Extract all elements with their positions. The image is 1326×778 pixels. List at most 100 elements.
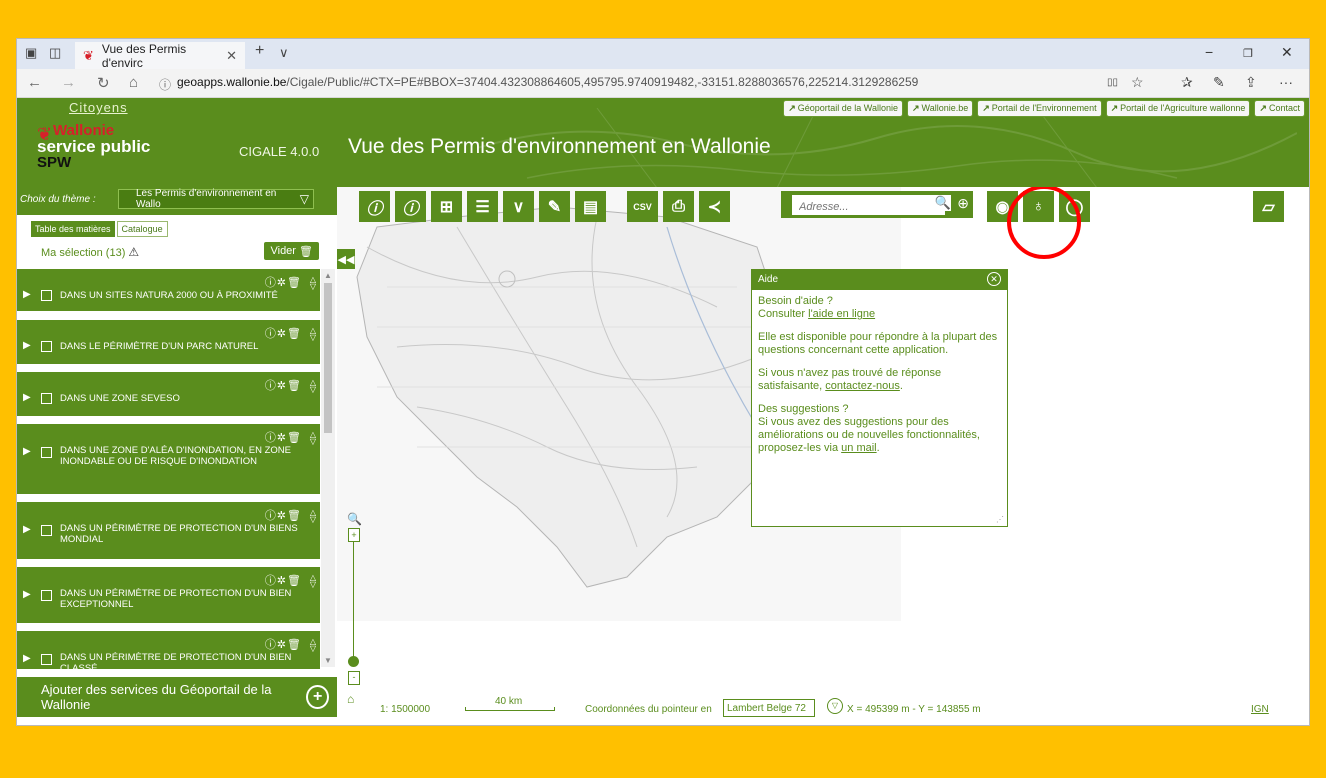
search-icon[interactable]: 🔍	[934, 195, 951, 211]
share-icon[interactable]: ⇪	[1245, 74, 1257, 91]
ign-link[interactable]: IGN	[1251, 704, 1269, 715]
contact-link[interactable]: contactez-nous	[825, 380, 900, 392]
list-item[interactable]: ⓘ✲🗑 △ ▽ ▶ Dans une zone Seveso	[17, 372, 320, 416]
layer-checkbox[interactable]	[41, 590, 52, 601]
sort-icon[interactable]: △ ▽	[310, 379, 316, 394]
minimize-button[interactable]: −	[1205, 44, 1213, 60]
legend-list-icon[interactable]: ☰	[467, 191, 498, 222]
scroll-up-icon[interactable]: ▲	[324, 271, 332, 280]
chevron-down-icon[interactable]: ▽	[827, 698, 843, 714]
tab-catalogue[interactable]: Catalogue	[116, 221, 168, 237]
sort-icon[interactable]: △ ▽	[310, 509, 316, 524]
layer-checkbox[interactable]	[41, 654, 52, 665]
locate-icon[interactable]: ⊕	[957, 195, 969, 212]
layer-actions-icon[interactable]: ⓘ✲🗑	[265, 429, 302, 445]
print-icon[interactable]: ⎙	[663, 191, 694, 222]
zoom-in-button[interactable]: +	[348, 528, 360, 542]
home-button[interactable]: ⌂	[129, 74, 138, 91]
zoom-out-button[interactable]: -	[348, 671, 360, 685]
sort-icon[interactable]: △ ▽	[310, 327, 316, 342]
layer-actions-icon[interactable]: ⓘ✲🗑	[265, 507, 302, 523]
expand-icon[interactable]: ▶	[23, 524, 31, 535]
layer-checkbox[interactable]	[41, 341, 52, 352]
list-item[interactable]: ⓘ✲🗑 △ ▽ ▶ Dans un périmètre de protection…	[17, 502, 320, 559]
link-geoportail[interactable]: ↗ Géoportail de la Wallonie	[783, 100, 903, 117]
zoom-slider-handle[interactable]	[348, 656, 359, 667]
expand-icon[interactable]: ▶	[23, 392, 31, 403]
sort-icon[interactable]: △ ▽	[310, 638, 316, 653]
layer-checkbox[interactable]	[41, 525, 52, 536]
set-aside-tabs-icon[interactable]: ◫	[49, 45, 61, 61]
pencil-icon[interactable]: ✎	[539, 191, 570, 222]
layer-checkbox[interactable]	[41, 290, 52, 301]
close-window-button[interactable]: ✕	[1281, 44, 1293, 61]
tab-actions-icon[interactable]: ▣	[25, 45, 37, 61]
document-icon[interactable]: ▤	[575, 191, 606, 222]
refresh-button[interactable]: ↻	[97, 74, 110, 92]
layer-actions-icon[interactable]: ⓘ✲🗑	[265, 325, 302, 341]
link-contact[interactable]: ↗ Contact	[1254, 100, 1305, 117]
sort-icon[interactable]: △ ▽	[310, 574, 316, 589]
spw-logo[interactable]: Wallonie ❦ service public SPW	[37, 123, 150, 171]
list-item[interactable]: ⓘ✲🗑 △ ▽ ▶ Dans une zone d'aléa d'inondati…	[17, 424, 320, 494]
sort-icon[interactable]: △ ▽	[310, 276, 316, 291]
tab-menu-icon[interactable]: ∨	[279, 45, 289, 61]
back-button[interactable]: ←	[27, 74, 42, 91]
expand-icon[interactable]: ▶	[23, 446, 31, 457]
layer-actions-icon[interactable]: ⓘ✲🗑	[265, 572, 302, 588]
list-item[interactable]: ⓘ✲🗑 △ ▽ ▶ Dans un périmètre de protection…	[17, 567, 320, 623]
forward-button[interactable]: →	[61, 74, 76, 91]
scroll-down-icon[interactable]: ▼	[324, 656, 332, 665]
add-services-button[interactable]: Ajouter des services du Géoportail de la…	[17, 677, 337, 717]
expand-icon[interactable]: ▶	[23, 289, 31, 300]
zoom-magnifier-icon[interactable]: 🔍	[347, 512, 362, 526]
resize-grip-icon[interactable]: ⋰	[996, 515, 1004, 524]
expand-icon[interactable]: ▶	[23, 653, 31, 664]
csv-shp-icon[interactable]: CSV	[627, 191, 658, 222]
scroll-thumb[interactable]	[324, 283, 332, 433]
map-area[interactable]: ◀◀ ⓘ ⓘ ⊞ ☰ ∨ ✎ ▤ CSV ⎙ ≺ 🔍 ⊕ ◉ ♁ ◯ ▱	[337, 187, 1309, 725]
measure-icon[interactable]: ▱	[1253, 191, 1284, 222]
sort-icon[interactable]: △ ▽	[310, 431, 316, 446]
collapse-panel-button[interactable]: ◀◀	[337, 249, 355, 269]
layer-actions-icon[interactable]: ⓘ✲🗑	[265, 636, 302, 652]
list-item[interactable]: ⓘ✲🗑 △ ▽ ▶ Dans un périmètre de protection…	[17, 631, 320, 669]
link-agriculture[interactable]: ↗ Portail de l'Agriculture wallonne	[1105, 100, 1251, 117]
search-table-icon[interactable]: ⊞	[431, 191, 462, 222]
more-icon[interactable]: ···	[1279, 74, 1293, 90]
online-help-link[interactable]: l'aide en ligne	[808, 308, 875, 320]
pen-icon[interactable]: ✎	[1213, 74, 1225, 91]
info-icon[interactable]: ⓘ	[359, 191, 390, 222]
layer-actions-icon[interactable]: ⓘ✲🗑	[265, 274, 302, 290]
list-item[interactable]: ⓘ✲🗑 △ ▽ ▶ Dans un sites Natura 2000 ou à …	[17, 269, 320, 311]
link-wallonie[interactable]: ↗ Wallonie.be	[907, 100, 974, 117]
citoyens-link[interactable]: Citoyens	[69, 100, 128, 115]
url-field[interactable]: geoapps.wallonie.be/Cigale/Public/#CTX=P…	[177, 75, 918, 89]
layer-scrollbar[interactable]: ▲ ▼	[321, 269, 335, 667]
info-table-icon[interactable]: ⓘ	[395, 191, 426, 222]
tab-table-des-matieres[interactable]: Table des matières	[31, 221, 115, 237]
expand-icon[interactable]: ▶	[23, 340, 31, 351]
layer-checkbox[interactable]	[41, 393, 52, 404]
projection-select[interactable]: Lambert Belge 72	[723, 699, 815, 717]
layer-actions-icon[interactable]: ⓘ✲🗑	[265, 377, 302, 393]
mail-link[interactable]: un mail	[841, 442, 876, 454]
theme-select[interactable]: Les Permis d'environnement en Wallo ▽	[118, 188, 314, 210]
list-item[interactable]: ⓘ✲🗑 △ ▽ ▶ Dans le périmètre d'un parc nat…	[17, 320, 320, 364]
favorite-icon[interactable]: ☆	[1131, 74, 1144, 91]
restore-button[interactable]: ❐	[1243, 47, 1253, 60]
tab-active[interactable]: ❦ Vue des Permis d'envirc ✕	[75, 42, 245, 70]
clear-button[interactable]: Vider 🗑	[264, 242, 319, 260]
favorites-hub-icon[interactable]: ✰	[1181, 74, 1193, 91]
expand-icon[interactable]: ▶	[23, 589, 31, 600]
new-tab-icon[interactable]: +	[255, 42, 264, 60]
link-environnement[interactable]: ↗ Portail de l'Environnement	[977, 100, 1102, 117]
tab-close-icon[interactable]: ✕	[226, 48, 237, 64]
address-input[interactable]	[791, 194, 946, 216]
layer-checkbox[interactable]	[41, 447, 52, 458]
close-icon[interactable]: ✕	[987, 272, 1001, 286]
site-info-icon[interactable]: ⓘ	[159, 76, 171, 93]
zoom-slider-track[interactable]	[353, 542, 354, 660]
reading-view-icon[interactable]: ▯▯	[1107, 77, 1118, 88]
share-icon[interactable]: ≺	[699, 191, 730, 222]
